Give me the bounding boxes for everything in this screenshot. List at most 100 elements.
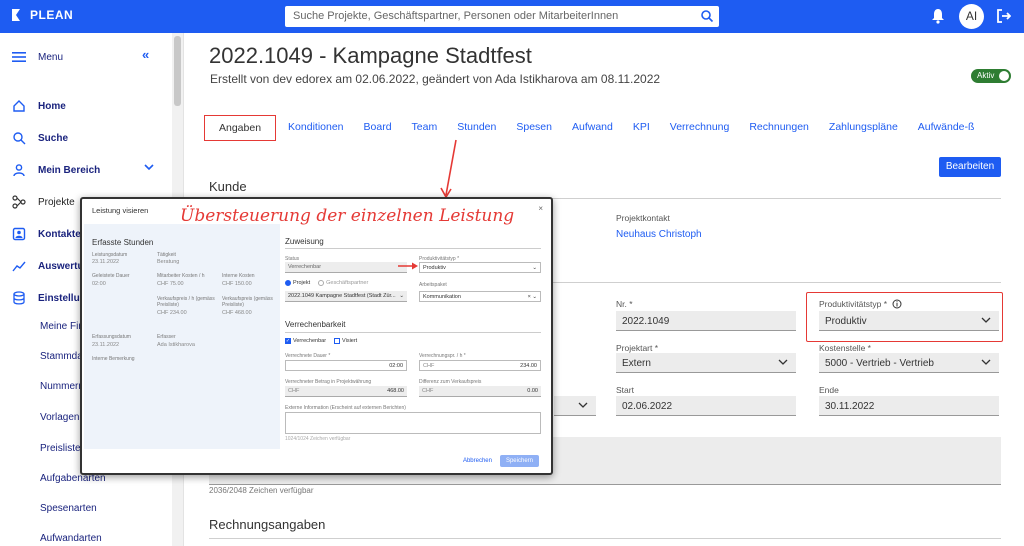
tab-spesen[interactable]: Spesen (506, 115, 562, 141)
tab-bar: Angaben Konditionen Board Team Stunden S… (204, 115, 984, 141)
currency-label: CHF (422, 388, 434, 394)
search-icon[interactable] (700, 9, 714, 23)
verrechnungspreis-value: 234.00 (520, 363, 537, 369)
checkbox-checked-icon: ✓ (285, 338, 291, 344)
checkbox-verrechenbar[interactable]: ✓ Verrechenbar (285, 338, 326, 344)
sidebar-subitem[interactable]: Meine Fir (40, 321, 82, 332)
dauer-value: 02:00 (92, 281, 106, 287)
tab-board[interactable]: Board (354, 115, 402, 141)
sidebar-item-einstellungen[interactable]: Einstellur (12, 291, 84, 305)
sidebar-scroll-thumb[interactable] (174, 36, 181, 106)
tab-aufwand[interactable]: Aufwand (562, 115, 623, 141)
radio-projekt[interactable]: Projekt (285, 280, 310, 286)
notification-bell-icon[interactable] (930, 8, 946, 24)
projektkontakt-link[interactable]: Neuhaus Christoph (616, 229, 702, 240)
currency-label: CHF (288, 388, 300, 394)
sidebar-item-suche[interactable]: Suche (12, 131, 68, 145)
sidebar-item-kontakte[interactable]: Kontakte (12, 227, 81, 241)
search-icon (13, 132, 26, 145)
checkbox-visiert[interactable]: Visiert (334, 338, 357, 344)
sidebar-item-projekte[interactable]: Projekte (12, 195, 75, 209)
sidebar-subitem[interactable]: Preisliste (40, 443, 81, 454)
cancel-button[interactable]: Abbrechen (463, 458, 492, 464)
highlight-box-produktivitaetstyp (806, 292, 1003, 342)
tab-stunden[interactable]: Stunden (447, 115, 506, 141)
home-icon (13, 100, 25, 112)
sidebar-item-auswertungen[interactable]: Auswertu (12, 259, 84, 273)
chevron-down-icon (578, 402, 588, 408)
kostenstelle-select[interactable]: 5000 - Vertrieb - Vertrieb (819, 353, 999, 373)
global-search-input[interactable]: Suche Projekte, Geschäftspartner, Person… (285, 6, 719, 27)
sidebar-item-label: Kontakte (38, 228, 81, 240)
plean-logo-icon (12, 9, 20, 21)
sidebar-subitem[interactable]: Aufwandarten (40, 533, 102, 544)
status-field: Verrechenbar (285, 262, 407, 273)
chevron-down-icon[interactable] (143, 161, 155, 173)
sidebar-subitem[interactable]: Stammda (40, 351, 83, 362)
tab-rechnungen[interactable]: Rechnungen (739, 115, 819, 141)
arbeitspaket-value: Kommunikation (423, 294, 461, 300)
kostenstelle-value: 5000 - Vertrieb - Vertrieb (825, 358, 934, 369)
erfassungsdatum-label: Erfassungsdatum (92, 334, 131, 340)
nr-label: Nr. * (616, 299, 633, 309)
erfasser-label: Erfasser (157, 334, 176, 340)
top-bar: PLEAN Suche Projekte, Geschäftspartner, … (0, 0, 1024, 33)
logout-icon[interactable] (997, 9, 1011, 23)
taetigkeit-label: Tätigkeit (157, 252, 176, 258)
projekt-radio-group: Projekt Geschäftspartner (285, 280, 368, 286)
sidebar-subitem[interactable]: Nummern (40, 381, 84, 392)
externe-information-label: Externe Information (Erscheint auf exter… (285, 405, 406, 411)
tab-angaben[interactable]: Angaben (204, 115, 277, 141)
project-tree-icon (12, 195, 26, 209)
sidebar-subitem[interactable]: Spesenarten (40, 503, 97, 514)
clear-and-chevron-icon: × ⌄ (527, 294, 537, 300)
start-label: Start (616, 385, 634, 395)
close-icon[interactable]: × (538, 204, 543, 213)
kostenstelle-label: Kostenstelle * (819, 343, 871, 353)
chevron-down-icon (778, 359, 788, 365)
radio-geschaeftspartner[interactable]: Geschäftspartner (318, 280, 368, 286)
differenz-label: Differenz zum Verkaufspreis (419, 379, 482, 385)
edit-button[interactable]: Bearbeiten (939, 157, 1001, 177)
dialog-footer: Abbrechen Speichern (463, 455, 539, 467)
checkbox-group: ✓ Verrechenbar Visiert (285, 338, 357, 344)
app-logo[interactable]: PLEAN (10, 7, 73, 23)
projektart-select[interactable]: Extern (616, 353, 796, 373)
externe-information-chars: 1024/1024 Zeichen verfügbar (285, 436, 351, 442)
verrechnungspreis-field[interactable]: CHF 234.00 (419, 360, 541, 371)
chars-remaining: 2036/2048 Zeichen verfügbar (209, 486, 314, 495)
ende-date-field[interactable]: 30.11.2022 (819, 396, 999, 416)
radio-gp-label: Geschäftspartner (326, 280, 369, 286)
projektart-value: Extern (622, 358, 651, 369)
collapse-sidebar-icon[interactable]: « (142, 47, 149, 62)
verrechneter-betrag-label: Verrechneter Betrag in Projektwährung (285, 379, 372, 385)
tab-team[interactable]: Team (402, 115, 448, 141)
projekt-select[interactable]: 2022.1049 Kampagne Stadtfest (Stadt Zür.… (285, 291, 407, 302)
sidebar-menu-toggle[interactable]: Menu (12, 51, 63, 63)
save-button[interactable]: Speichern (499, 455, 539, 467)
contact-card-icon (12, 227, 26, 241)
currency-label: CHF (423, 363, 435, 369)
verrechnete-dauer-field[interactable]: 02:00 (285, 360, 407, 371)
modal-produktivitaetstyp-select[interactable]: Produktiv ⌄ (419, 262, 541, 273)
arbeitspaket-select[interactable]: Kommunikation × ⌄ (419, 291, 541, 302)
sidebar-item-mein-bereich[interactable]: Mein Bereich (12, 163, 100, 177)
page-title: 2022.1049 - Kampagne Stadtfest (209, 43, 532, 68)
sidebar-item-home[interactable]: Home (12, 99, 66, 113)
start-date-field[interactable]: 02.06.2022 (616, 396, 796, 416)
active-toggle[interactable]: Aktiv (971, 69, 1011, 83)
tab-zahlungsplaene[interactable]: Zahlungspläne (819, 115, 908, 141)
mitarbeiter-kosten-label: Mitarbeiter Kosten / h (157, 273, 205, 279)
tab-aufwaende[interactable]: Aufwände-ß (908, 115, 985, 141)
tab-kpi[interactable]: KPI (623, 115, 660, 141)
sidebar-subitem[interactable]: Vorlagen (40, 412, 79, 423)
tab-konditionen[interactable]: Konditionen (278, 115, 353, 141)
externe-information-textarea[interactable] (285, 412, 541, 434)
tab-verrechnung[interactable]: Verrechnung (660, 115, 740, 141)
verkaufspreis-h-value: CHF 234.00 (157, 310, 187, 316)
projektkontakt-label: Projektkontakt (616, 213, 670, 223)
partial-select[interactable] (554, 396, 596, 416)
user-avatar[interactable]: AI (959, 4, 984, 29)
leistung-visieren-dialog: Leistung visieren × Erfasste Stunden Lei… (80, 197, 553, 475)
sidebar-item-label: Auswertu (38, 260, 84, 272)
